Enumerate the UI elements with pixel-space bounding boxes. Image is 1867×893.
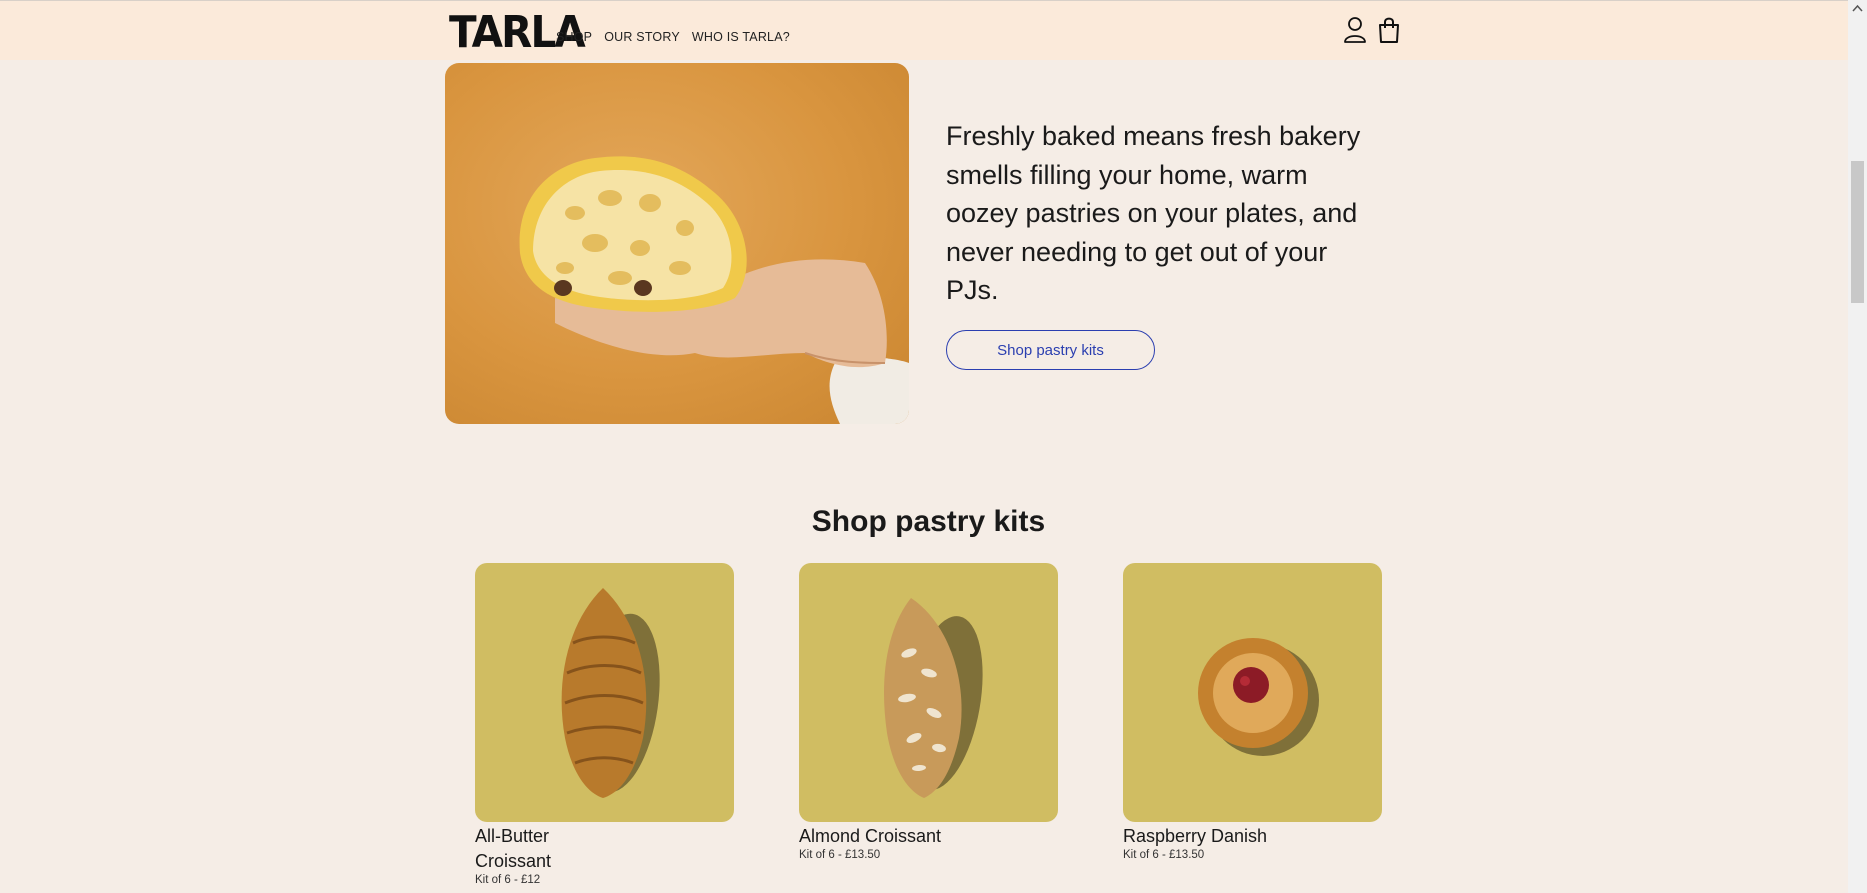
page: TARLA SHOP OUR STORY WHO IS TARLA? Fresh… (0, 0, 1867, 893)
product-image[interactable] (799, 563, 1058, 822)
product-card[interactable]: Almond Croissant Kit of 6 - £13.50 (799, 563, 1058, 861)
product-price: Kit of 6 - £12 (475, 874, 541, 886)
shop-pastry-kits-button[interactable]: Shop pastry kits (946, 330, 1155, 370)
section-title: Shop pastry kits (811, 505, 1046, 538)
site-header: TARLA SHOP OUR STORY WHO IS TARLA? (0, 0, 1848, 60)
product-name[interactable]: Raspberry Danish (1123, 824, 1273, 849)
product-image[interactable] (475, 563, 734, 822)
scrollbar-thumb[interactable] (1851, 161, 1864, 303)
product-price: Kit of 6 - £13.50 (799, 849, 881, 861)
shopping-bag-icon[interactable] (1377, 16, 1401, 44)
almond-croissant-image (884, 598, 983, 798)
hero-image (445, 63, 909, 424)
product-card[interactable]: All-Butter Croissant Kit of 6 - £12 (475, 563, 734, 886)
danish-image (1198, 638, 1319, 756)
hero-text: Freshly baked means fresh bakery smells … (946, 121, 1361, 305)
croissant-image (561, 588, 660, 798)
croissant-in-hand-image (519, 156, 909, 424)
nav-shop[interactable]: SHOP (556, 30, 592, 44)
main-nav: SHOP OUR STORY WHO IS TARLA? (556, 30, 790, 44)
nav-our-story[interactable]: OUR STORY (604, 30, 680, 44)
product-price: Kit of 6 - £13.50 (1123, 849, 1205, 861)
product-card[interactable]: Raspberry Danish Kit of 6 - £13.50 (1123, 563, 1382, 861)
product-image[interactable] (1123, 563, 1382, 822)
product-name[interactable]: All-Butter Croissant (475, 824, 625, 874)
product-name[interactable]: Almond Croissant (799, 824, 949, 849)
header-icons (1343, 16, 1401, 44)
nav-who-is-tarla[interactable]: WHO IS TARLA? (692, 30, 790, 44)
scroll-up-arrow-icon[interactable] (1852, 4, 1863, 13)
vertical-scrollbar[interactable] (1848, 0, 1867, 893)
account-icon[interactable] (1343, 16, 1367, 44)
